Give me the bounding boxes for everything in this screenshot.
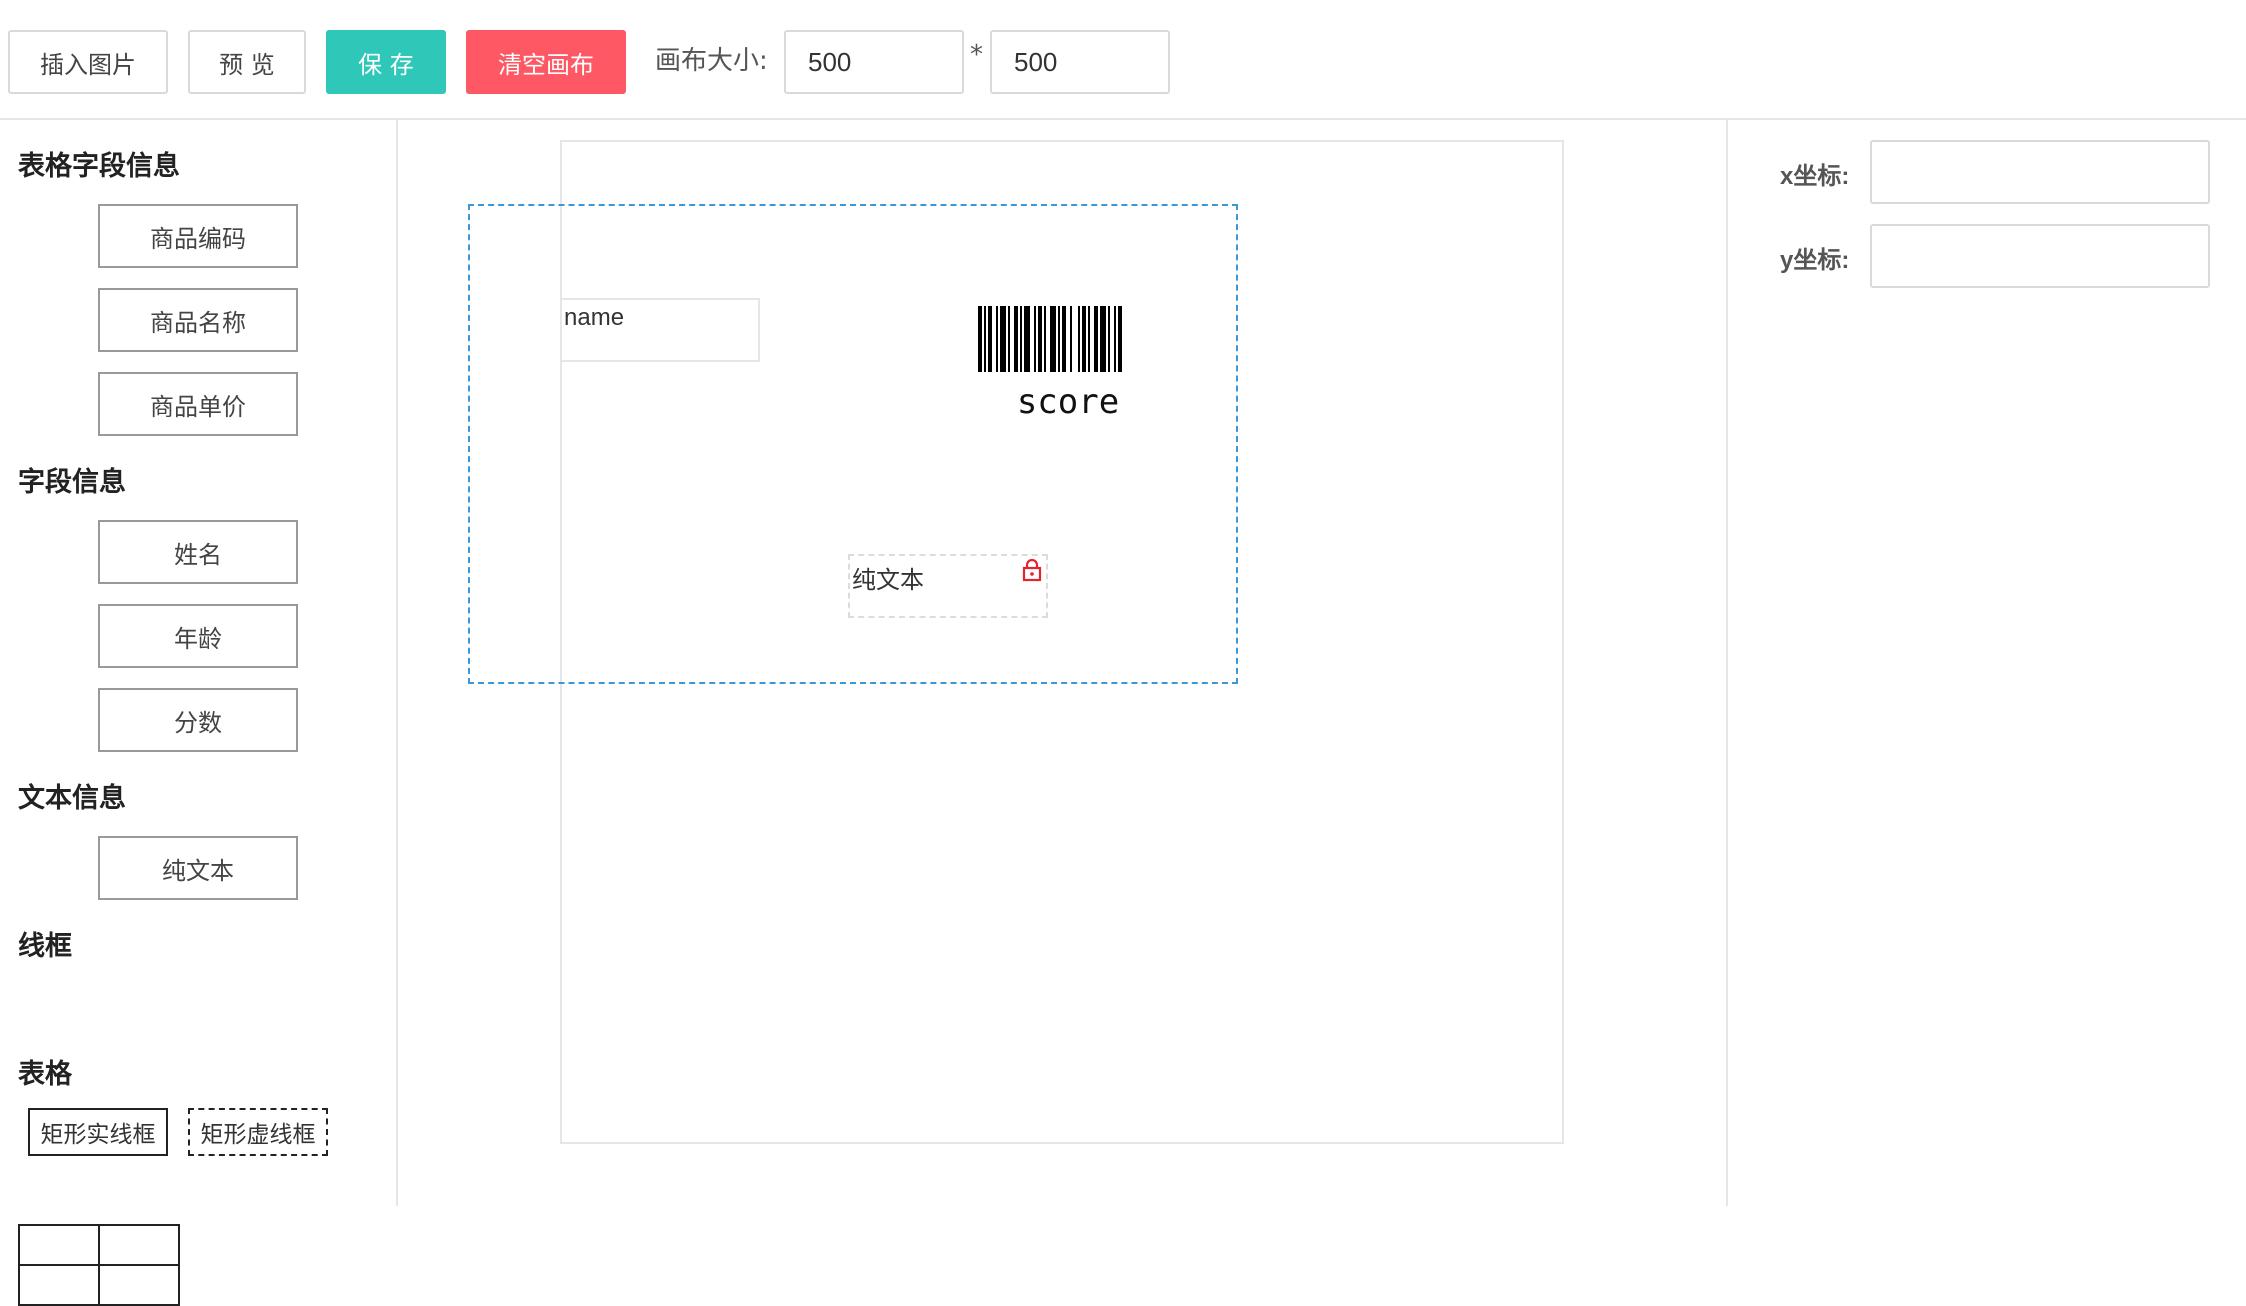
frame-title: 线框 <box>18 931 72 962</box>
field-name[interactable]: 姓名 <box>98 520 298 584</box>
canvas-item-barcode[interactable]: score <box>978 306 1158 426</box>
toolbar: 插入图片 预 览 保 存 清空画布 画布大小: * <box>0 0 2246 120</box>
insert-image-button[interactable]: 插入图片 <box>8 30 168 94</box>
canvas-height-input[interactable] <box>990 30 1170 94</box>
table-row-divider <box>20 1264 178 1266</box>
canvas-width-input[interactable] <box>784 30 964 94</box>
field-score[interactable]: 分数 <box>98 688 298 752</box>
size-separator: * <box>970 40 983 70</box>
barcode-icon <box>978 306 1122 372</box>
dashed-rect-frame-button[interactable]: 矩形虚线框 <box>188 1108 328 1156</box>
save-button[interactable]: 保 存 <box>326 30 446 94</box>
canvas-item-name[interactable]: name <box>560 298 760 362</box>
clear-canvas-button[interactable]: 清空画布 <box>466 30 626 94</box>
x-coordinate-input[interactable] <box>1870 140 2210 204</box>
text-info-title: 文本信息 <box>18 783 126 814</box>
left-panel: 表格字段信息 商品编码 商品名称 商品单价 字段信息 姓名 年龄 分数 文本信息… <box>0 120 398 1306</box>
table-widget[interactable] <box>18 1224 180 1306</box>
canvas-item-plain-text[interactable]: 纯文本 <box>848 554 1048 618</box>
canvas-size-label: 画布大小: <box>655 46 768 76</box>
y-coordinate-input[interactable] <box>1870 224 2210 288</box>
field-product-price[interactable]: 商品单价 <box>98 372 298 436</box>
fields-title: 字段信息 <box>18 467 126 498</box>
x-coordinate-label: x坐标: <box>1780 163 1850 190</box>
plain-text-label: 纯文本 <box>852 566 924 594</box>
preview-button[interactable]: 预 览 <box>188 30 306 94</box>
field-age[interactable]: 年龄 <box>98 604 298 668</box>
y-coordinate-label: y坐标: <box>1780 247 1850 274</box>
solid-rect-frame-button[interactable]: 矩形实线框 <box>28 1108 168 1156</box>
properties-panel: x坐标: y坐标: <box>1726 120 2246 1206</box>
barcode-label: score <box>1016 382 1120 422</box>
table-title: 表格 <box>18 1059 72 1090</box>
field-product-name[interactable]: 商品名称 <box>98 288 298 352</box>
lock-icon[interactable] <box>1022 558 1042 582</box>
field-plain-text[interactable]: 纯文本 <box>98 836 298 900</box>
field-product-code[interactable]: 商品编码 <box>98 204 298 268</box>
table-fields-title: 表格字段信息 <box>18 151 180 182</box>
